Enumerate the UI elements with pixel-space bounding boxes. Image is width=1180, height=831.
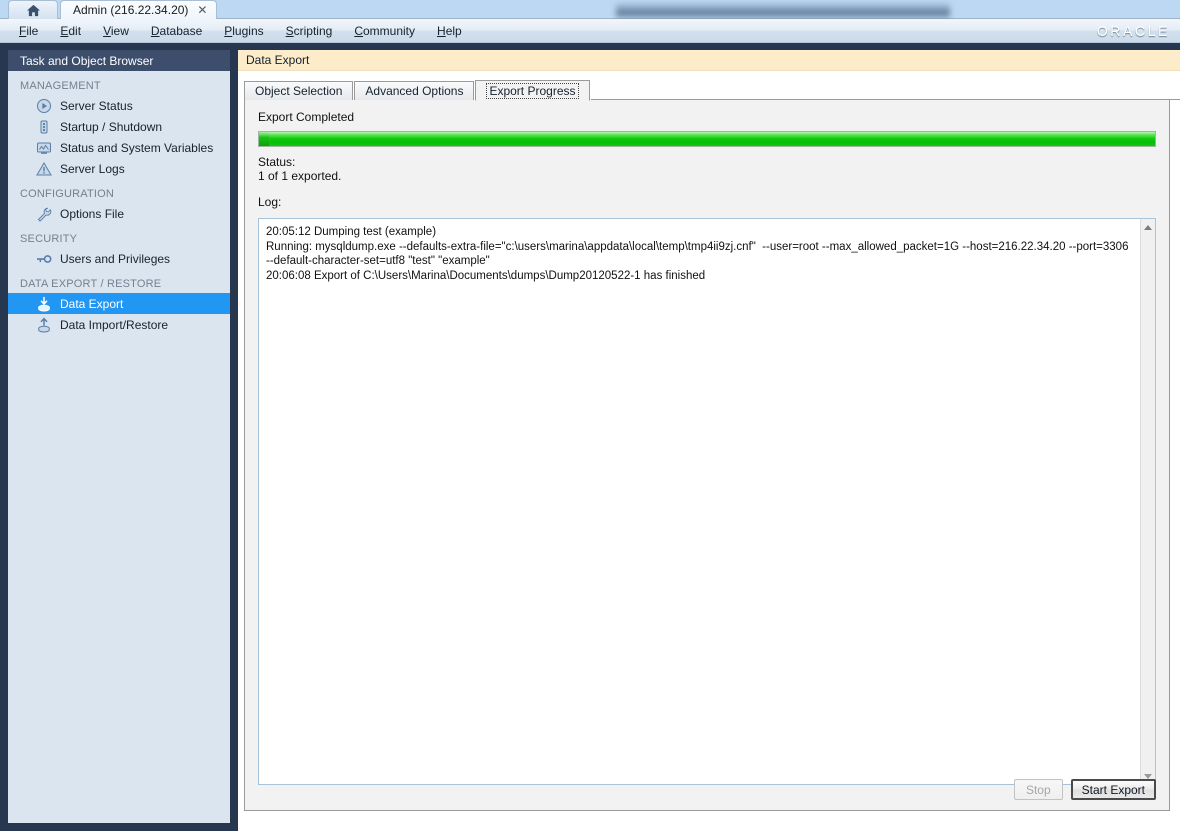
- log-line: 20:06:08 Export of C:\Users\Marina\Docum…: [266, 269, 706, 282]
- status-label: Status:: [258, 155, 296, 169]
- import-up-icon: [36, 316, 52, 333]
- progress-bar-fill: [259, 132, 1155, 146]
- sidebar-item-label: Options File: [60, 206, 125, 221]
- menu-item-help[interactable]: Help: [428, 21, 471, 41]
- tab-label: Export Progress: [486, 82, 579, 99]
- sidebar-item-data-import-restore[interactable]: Data Import/Restore: [8, 314, 230, 335]
- document-tab-admin[interactable]: Admin (216.22.34.20) ✕: [60, 0, 218, 19]
- play-circle-icon: [36, 98, 52, 114]
- key-icon: [36, 251, 52, 267]
- server-stack-icon: [36, 119, 52, 135]
- sidebar-item-server-logs[interactable]: Server Logs: [8, 158, 230, 179]
- monitor-icon: [36, 140, 52, 156]
- home-icon: [26, 4, 41, 17]
- menu-bar: File Edit View Database Plugins Scriptin…: [0, 19, 1180, 43]
- log-output-box[interactable]: 20:05:12 Dumping test (example) Running: …: [258, 218, 1156, 785]
- redacted-region: [616, 2, 950, 18]
- sidebar-item-label: Startup / Shutdown: [60, 119, 163, 134]
- export-progress-bar: [258, 131, 1156, 147]
- export-progress-panel: Export Completed Status: 1 of 1 exported…: [244, 100, 1170, 811]
- progress-heading: Export Completed: [258, 110, 355, 124]
- menu-item-database[interactable]: Database: [142, 21, 211, 41]
- menu-item-community[interactable]: Community: [345, 21, 424, 41]
- sidebar-section-2: SECURITY: [20, 233, 78, 245]
- log-scrollbar[interactable]: [1140, 219, 1155, 784]
- tab-label: Object Selection: [255, 84, 343, 98]
- sidebar-item-label: Data Import/Restore: [60, 317, 169, 332]
- sidebar-item-label: Status and System Variables: [60, 140, 214, 155]
- tab-bar: Object Selection Advanced Options Export P…: [244, 80, 1180, 101]
- log-line: Running: mysqldump.exe --defaults-extra-…: [266, 240, 1132, 268]
- start-export-button[interactable]: Start Export: [1070, 779, 1156, 800]
- log-line: 20:05:12 Dumping test (example): [266, 226, 437, 238]
- menu-item-view[interactable]: View: [94, 21, 138, 41]
- window-frame-splitter[interactable]: [230, 43, 238, 831]
- document-tab-label: Admin (216.22.34.20): [73, 3, 189, 17]
- sidebar-item-startup-shutdown[interactable]: Startup / Shutdown: [8, 116, 230, 137]
- sidebar-item-label: Users and Privileges: [60, 251, 171, 266]
- sidebar-body: MANAGEMENT Server Status Startup / Shutdow…: [8, 71, 230, 335]
- scroll-up-icon[interactable]: [1141, 219, 1156, 235]
- sidebar-item-data-export[interactable]: Data Export: [8, 293, 230, 314]
- sidebar-section-3: DATA EXPORT / RESTORE: [20, 278, 162, 290]
- warning-triangle-icon: [36, 161, 52, 177]
- stop-button[interactable]: Stop: [1013, 779, 1063, 800]
- log-text: 20:05:12 Dumping test (example) Running: …: [259, 219, 1140, 784]
- window-frame-bottom: [0, 823, 238, 831]
- sidebar-header: Task and Object Browser: [8, 50, 230, 71]
- log-label: Log:: [258, 195, 282, 209]
- sidebar-item-status-and-system-variables[interactable]: Status and System Variables: [8, 137, 230, 158]
- window-frame-top: [0, 43, 1180, 50]
- menu-item-file[interactable]: File: [10, 21, 47, 41]
- sidebar: Task and Object Browser MANAGEMENT Server…: [8, 50, 230, 823]
- sidebar-section-1: CONFIGURATION: [20, 188, 115, 200]
- status-value: 1 of 1 exported.: [258, 169, 342, 183]
- tab-advanced-options[interactable]: Advanced Options: [354, 81, 475, 100]
- application-window: Admin (216.22.34.20) ✕ File Edit View Da…: [0, 0, 1180, 831]
- action-buttons: Stop Start Export: [1013, 779, 1156, 800]
- oracle-logo: ORACLE: [1096, 23, 1170, 39]
- window-tab-strip: Admin (216.22.34.20) ✕: [0, 0, 1180, 19]
- sidebar-item-label: Server Status: [60, 98, 133, 113]
- tab-label: Advanced Options: [365, 84, 464, 98]
- page-title: Data Export: [238, 50, 1180, 71]
- main-content: Data Export Object Selection Advanced Opt…: [238, 50, 1180, 831]
- tab-object-selection[interactable]: Object Selection: [244, 81, 354, 100]
- tab-export-progress[interactable]: Export Progress: [475, 80, 590, 101]
- sidebar-item-users-and-privileges[interactable]: Users and Privileges: [8, 248, 230, 269]
- menu-item-plugins[interactable]: Plugins: [215, 21, 272, 41]
- window-frame-left: [0, 43, 8, 831]
- sidebar-section-0: MANAGEMENT: [20, 80, 101, 92]
- sidebar-item-server-status[interactable]: Server Status: [8, 95, 230, 116]
- home-tab[interactable]: [8, 0, 58, 19]
- sidebar-item-label: Data Export: [60, 296, 124, 311]
- menu-item-scripting[interactable]: Scripting: [277, 21, 342, 41]
- close-icon[interactable]: ✕: [197, 4, 207, 16]
- sidebar-item-label: Server Logs: [60, 161, 125, 176]
- sidebar-item-options-file[interactable]: Options File: [8, 203, 230, 224]
- wrench-icon: [36, 206, 52, 222]
- menu-item-edit[interactable]: Edit: [51, 21, 90, 41]
- export-down-icon: [36, 296, 52, 312]
